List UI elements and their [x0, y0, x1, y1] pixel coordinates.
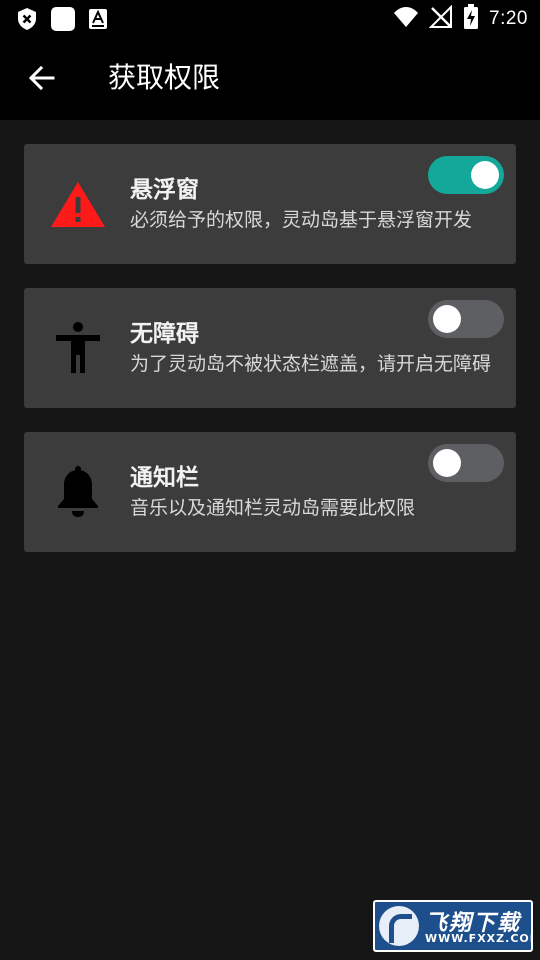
permission-card-accessibility[interactable]: 无障碍 为了灵动岛不被状态栏遮盖，请开启无障碍 [24, 288, 516, 408]
accessibility-person-icon [48, 318, 108, 378]
toggle-knob [433, 305, 461, 333]
permission-title: 悬浮窗 [130, 177, 199, 203]
watermark-emblem-icon [379, 906, 419, 946]
status-bar-system: 7:20 [393, 4, 528, 34]
shield-x-icon [16, 7, 38, 35]
permission-card-overlay[interactable]: 悬浮窗 必须给予的权限，灵动岛基于悬浮窗开发 [24, 144, 516, 264]
warning-triangle-icon [48, 174, 108, 234]
watermark-logo: 飞翔下载 WWW.FXXZ.COM [373, 900, 533, 952]
arrow-left-icon [28, 65, 55, 91]
wifi-icon [393, 6, 419, 32]
status-time: 7:20 [489, 8, 528, 29]
page-title: 获取权限 [108, 61, 221, 94]
permission-card-notification[interactable]: 通知栏 音乐以及通知栏灵动岛需要此权限 [24, 432, 516, 552]
permission-description: 为了灵动岛不被状态栏遮盖，请开启无障碍 [130, 353, 492, 375]
bell-icon [48, 462, 108, 522]
accessibility-permission-toggle[interactable] [428, 300, 504, 338]
permission-title: 无障碍 [130, 321, 199, 347]
permission-description: 音乐以及通知栏灵动岛需要此权限 [130, 497, 416, 519]
toggle-knob [433, 449, 461, 477]
status-bar-notifications [16, 6, 108, 36]
permission-description: 必须给予的权限，灵动岛基于悬浮窗开发 [130, 209, 473, 231]
square-app-icon [50, 6, 76, 36]
overlay-permission-toggle[interactable] [428, 156, 504, 194]
permission-title: 通知栏 [130, 465, 199, 491]
status-bar: 7:20 [0, 0, 540, 36]
notification-permission-toggle[interactable] [428, 444, 504, 482]
toggle-knob [471, 161, 499, 189]
back-button[interactable] [22, 58, 62, 98]
battery-charging-icon [463, 4, 479, 34]
no-signal-icon [428, 4, 453, 33]
app-bar: 获取权限 [0, 36, 540, 120]
a-app-icon [88, 8, 108, 34]
watermark-url: WWW.FXXZ.COM [425, 932, 533, 945]
